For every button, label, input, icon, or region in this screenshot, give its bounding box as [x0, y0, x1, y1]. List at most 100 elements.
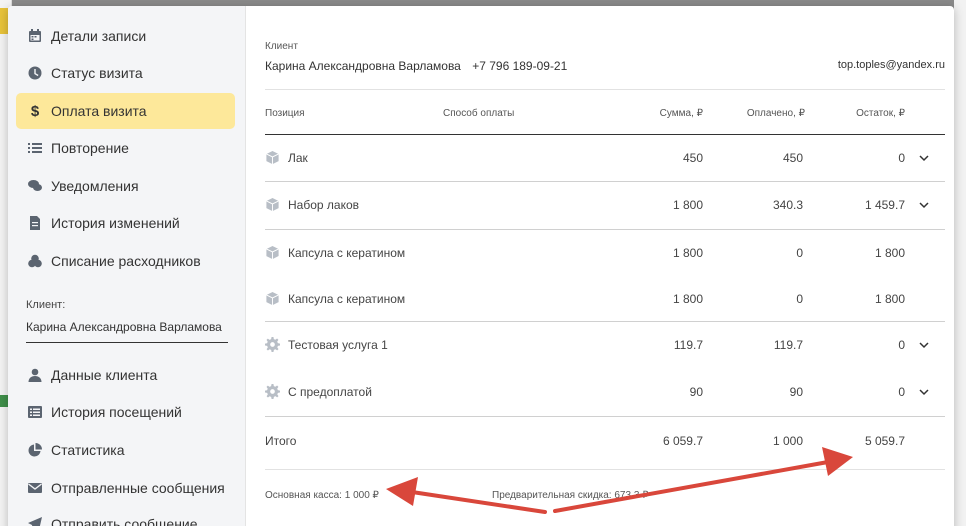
- row-rest: 0: [898, 385, 905, 399]
- row-divider: [265, 416, 945, 417]
- calendar-icon: [28, 29, 42, 43]
- row-sum: 450: [682, 151, 703, 165]
- divider: [265, 469, 945, 470]
- sidebar-item-repeat[interactable]: Повторение: [16, 130, 235, 166]
- row-paid: 340.3: [772, 198, 803, 212]
- row-name: Капсула с кератином: [288, 246, 406, 260]
- sidebar-item-client-data[interactable]: Данные клиента: [16, 357, 235, 393]
- sidebar-item-sent-messages[interactable]: Отправленные сообщения: [16, 470, 235, 506]
- envelope-icon: [28, 481, 42, 495]
- gear-icon: [265, 384, 280, 399]
- row-name: Тестовая услуга 1: [288, 338, 388, 352]
- client-phone: +7 796 189-09-21: [472, 59, 568, 73]
- row-name: Капсула с кератином: [288, 292, 406, 306]
- document-icon: [28, 216, 42, 230]
- row-paid: 450: [782, 151, 803, 165]
- chevron-down-icon[interactable]: [919, 200, 929, 210]
- header-method: Способ оплаты: [443, 108, 515, 119]
- row-name: С предоплатой: [288, 385, 372, 399]
- background-app-right: [954, 0, 966, 526]
- divider: [265, 89, 945, 90]
- total-label: Итого: [265, 434, 297, 448]
- sidebar-item-statistics[interactable]: Статистика: [16, 432, 235, 468]
- table-icon: [28, 405, 42, 419]
- sidebar-item-label: Повторение: [51, 140, 129, 156]
- table-row[interactable]: Лак 450 450 0: [265, 135, 945, 181]
- table-row[interactable]: Капсула с кератином 1 800 0 1 800: [265, 230, 945, 276]
- sidebar-item-consumables[interactable]: Списание расходников: [16, 243, 235, 279]
- chevron-down-icon[interactable]: [919, 340, 929, 350]
- header-paid: Оплачено, ₽: [746, 108, 805, 119]
- total-paid: 1 000: [772, 434, 803, 448]
- client-email: top.toples@yandex.ru: [837, 59, 945, 71]
- sidebar-item-details[interactable]: Детали записи: [16, 18, 235, 54]
- dollar-icon: $: [30, 102, 40, 120]
- row-paid: 0: [796, 246, 803, 260]
- row-sum: 90: [689, 385, 703, 399]
- row-paid: 90: [789, 385, 803, 399]
- sidebar-item-label: Данные клиента: [51, 367, 158, 383]
- row-paid: 119.7: [773, 338, 803, 352]
- visit-modal: Детали записи Статус визита $ Оплата виз…: [8, 6, 954, 526]
- row-rest: 1 800: [874, 292, 905, 306]
- sidebar-item-label: История посещений: [51, 404, 182, 420]
- table-row[interactable]: Капсула с кератином 1 800 0 1 800: [265, 276, 945, 322]
- sidebar-item-label: Статус визита: [51, 65, 143, 81]
- row-sum: 1 800: [672, 246, 703, 260]
- box-icon: [266, 245, 279, 260]
- sidebar-item-label: Уведомления: [51, 178, 139, 194]
- send-icon: [28, 517, 42, 526]
- sidebar-item-label: Детали записи: [51, 28, 147, 44]
- total-sum: 6 059.7: [662, 434, 703, 448]
- sidebar-item-notifications[interactable]: Уведомления: [16, 168, 235, 204]
- client-info: Карина Александровна Варламова +7 796 18…: [265, 59, 575, 73]
- list-icon: [28, 141, 42, 155]
- header-rest: Остаток, ₽: [856, 108, 905, 119]
- payment-panel: Клиент Карина Александровна Варламова +7…: [265, 6, 945, 526]
- clock-icon: [28, 66, 42, 80]
- sidebar-item-label: Отправить сообщение: [51, 516, 198, 526]
- box-icon: [266, 197, 279, 212]
- row-sum: 1 800: [672, 292, 703, 306]
- row-sum: 119.7: [673, 338, 703, 352]
- background-event-green: [0, 395, 8, 407]
- row-paid: 0: [796, 292, 803, 306]
- sidebar-item-history[interactable]: История изменений: [16, 205, 235, 241]
- background-event-yellow: [0, 8, 8, 34]
- sidebar-item-label: Оплата визита: [51, 103, 147, 119]
- table-row[interactable]: Набор лаков 1 800 340.3 1 459.7: [265, 182, 945, 228]
- sidebar-item-label: Статистика: [51, 442, 125, 458]
- row-name: Набор лаков: [288, 198, 360, 212]
- sidebar-item-payment[interactable]: $ Оплата визита: [16, 93, 235, 129]
- sidebar-client-label: Клиент:: [26, 299, 66, 311]
- sidebar-item-send-message[interactable]: Отправить сообщение: [16, 506, 235, 526]
- client-label: Клиент: [265, 41, 298, 52]
- table-row[interactable]: С предоплатой 90 90 0: [265, 369, 945, 415]
- sidebar-item-label: Списание расходников: [51, 253, 201, 269]
- preliminary-discount: Предварительная скидка: 673.3 ₽: [492, 490, 649, 501]
- sidebar-item-visit-history[interactable]: История посещений: [16, 394, 235, 430]
- cash-register-info: Основная касса: 1 000 ₽: [265, 490, 379, 501]
- chevron-down-icon[interactable]: [919, 153, 929, 163]
- table-row[interactable]: Тестовая услуга 1 119.7 119.7 0: [265, 322, 945, 368]
- sidebar: Детали записи Статус визита $ Оплата виз…: [8, 6, 246, 526]
- coins-icon: [28, 254, 42, 268]
- header-sum: Сумма, ₽: [659, 108, 703, 119]
- chevron-down-icon[interactable]: [919, 387, 929, 397]
- sidebar-client-name[interactable]: Карина Александровна Варламова: [26, 320, 228, 343]
- gear-icon: [265, 337, 280, 352]
- box-icon: [266, 150, 279, 165]
- sidebar-item-status[interactable]: Статус визита: [16, 55, 235, 91]
- row-sum: 1 800: [672, 198, 703, 212]
- row-rest: 1 459.7: [864, 198, 905, 212]
- total-rest: 5 059.7: [864, 434, 905, 448]
- pie-chart-icon: [28, 443, 42, 457]
- row-name: Лак: [288, 151, 308, 165]
- box-icon: [266, 291, 279, 306]
- sidebar-item-label: Отправленные сообщения: [51, 480, 225, 496]
- row-rest: 0: [898, 338, 905, 352]
- client-name: Карина Александровна Варламова: [265, 59, 461, 73]
- row-rest: 1 800: [874, 246, 905, 260]
- person-icon: [28, 368, 42, 382]
- row-rest: 0: [898, 151, 905, 165]
